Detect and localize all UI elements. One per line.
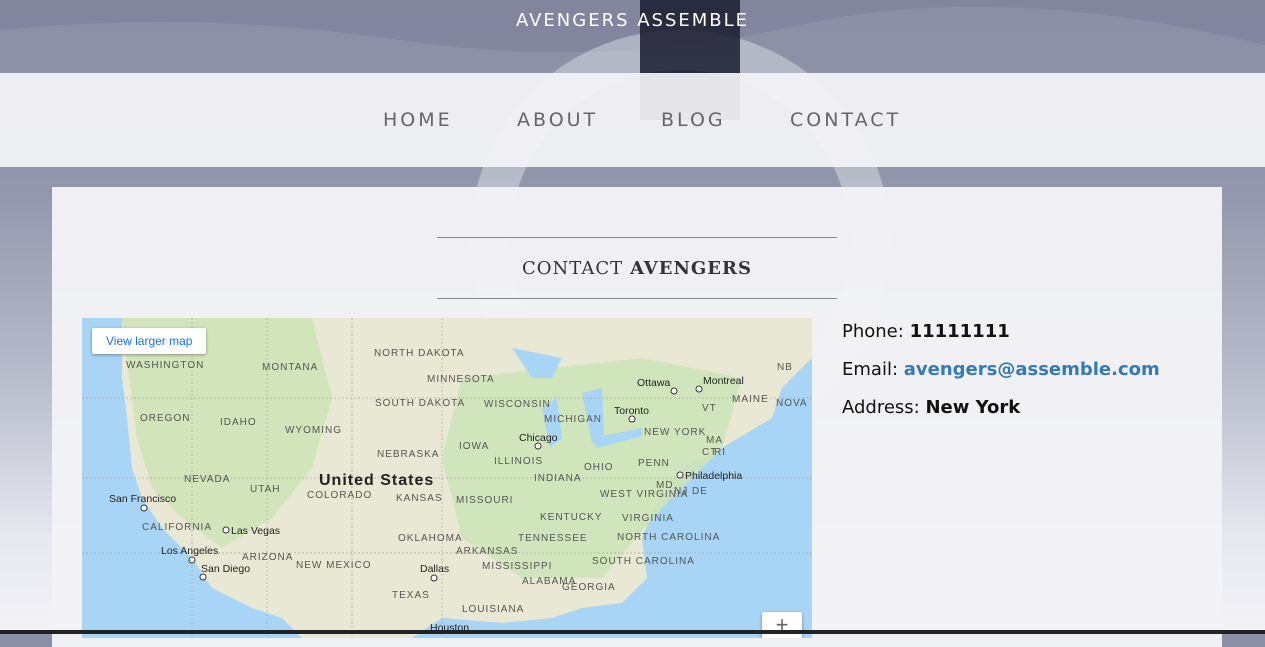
address-row: Address: New York xyxy=(842,396,1160,434)
map-label-minnesota: MINNESOTA xyxy=(427,374,495,385)
map-label-georgia: GEORGIA xyxy=(562,582,616,593)
address-value: New York xyxy=(925,397,1021,418)
map-city-toronto: Toronto xyxy=(614,405,649,417)
map-label-south-carolina: SOUTH CAROLINA xyxy=(592,556,695,567)
map-label-kentucky: KENTUCKY xyxy=(540,512,602,523)
map-label-tennessee: TENNESSEE xyxy=(518,533,588,544)
map-label-de: DE xyxy=(692,486,708,497)
map-label-nova: NOVA xyxy=(776,398,808,409)
map-label-nevada: NEVADA xyxy=(184,474,230,485)
map-label-iowa: IOWA xyxy=(459,441,489,452)
map-label-north-dakota: NORTH DAKOTA xyxy=(374,348,465,359)
nav-home[interactable]: HOME xyxy=(383,109,453,131)
site-title: AVENGERS ASSEMBLE xyxy=(515,10,750,31)
map-label-vt: VT xyxy=(702,403,717,414)
phone-value: 11111111 xyxy=(909,321,1010,342)
map-city-san-diego: San Diego xyxy=(201,563,250,575)
map-label-new-mexico: NEW MEXICO xyxy=(296,560,372,571)
email-row: Email: avengers@assemble.com xyxy=(842,358,1160,396)
map-label-nj: NJ xyxy=(674,486,688,497)
contact-panel: CONTACT AVENGERS WASHINGTON MONTANA NORT… xyxy=(52,187,1222,647)
map-canvas[interactable]: WASHINGTON MONTANA NORTH DAKOTA MINNESOT… xyxy=(82,318,812,638)
phone-label: Phone: xyxy=(842,321,904,342)
map-zoom-in-button[interactable]: + xyxy=(762,612,802,638)
map-city-philadelphia: Philadelphia xyxy=(685,470,742,482)
map-label-maine: MAINE xyxy=(732,394,769,405)
map-label-michigan: MICHIGAN xyxy=(544,414,602,425)
contact-info: Phone: 11111111 Email: avengers@assemble… xyxy=(842,320,1160,434)
map-label-nebraska: NEBRASKA xyxy=(377,449,439,460)
map-label-ohio: OHIO xyxy=(584,462,614,473)
main-navbar: HOME ABOUT BLOG CONTACT xyxy=(0,73,1265,167)
embedded-map[interactable]: WASHINGTON MONTANA NORTH DAKOTA MINNESOT… xyxy=(82,318,812,638)
map-city-montreal: Montreal xyxy=(703,375,744,387)
map-label-utah: UTAH xyxy=(250,484,280,495)
contact-heading: CONTACT AVENGERS xyxy=(437,237,837,299)
view-larger-map-link[interactable]: View larger map xyxy=(92,328,207,354)
map-label-california: CALIFORNIA xyxy=(142,522,212,533)
map-label-oklahoma: OKLAHOMA xyxy=(398,533,463,544)
map-label-south-dakota: SOUTH DAKOTA xyxy=(375,398,465,409)
map-label-penn: PENN xyxy=(638,458,670,469)
address-label: Address: xyxy=(842,397,920,418)
bottom-edge-bar xyxy=(0,630,1265,634)
map-label-ma: MA xyxy=(706,435,723,446)
map-label-texas: TEXAS xyxy=(392,590,430,601)
map-city-ottawa: Ottawa xyxy=(637,377,670,389)
map-label-arizona: ARIZONA xyxy=(242,552,293,563)
map-label-arkansas: ARKANSAS xyxy=(456,546,518,557)
nav-about[interactable]: ABOUT xyxy=(517,109,598,131)
map-label-wyoming: WYOMING xyxy=(285,425,342,436)
map-label-montana: MONTANA xyxy=(262,362,318,373)
map-label-missouri: MISSOURI xyxy=(456,495,513,506)
map-label-louisiana: LOUISIANA xyxy=(462,604,524,615)
map-label-mississippi: MISSISSIPPI xyxy=(482,561,552,572)
map-label-north-carolina: NORTH CAROLINA xyxy=(617,532,720,543)
map-label-idaho: IDAHO xyxy=(220,417,257,428)
contact-heading-light: CONTACT xyxy=(522,257,624,279)
map-label-indiana: INDIANA xyxy=(534,473,582,484)
map-city-las-vegas: Las Vegas xyxy=(231,525,280,537)
map-label-nb: NB xyxy=(777,362,793,373)
phone-row: Phone: 11111111 xyxy=(842,320,1160,358)
map-label-ri: RI xyxy=(714,447,726,458)
map-label-virginia: VIRGINIA xyxy=(622,513,674,524)
map-city-chicago: Chicago xyxy=(519,432,558,444)
email-link[interactable]: avengers@assemble.com xyxy=(904,359,1160,380)
map-city-san-francisco: San Francisco xyxy=(109,493,176,505)
map-city-dallas: Dallas xyxy=(420,563,449,575)
map-label-oregon: OREGON xyxy=(140,413,190,424)
email-label: Email: xyxy=(842,359,899,380)
map-label-colorado: COLORADO xyxy=(307,490,372,501)
map-label-country: United States xyxy=(319,472,434,489)
map-label-md: MD xyxy=(656,480,674,491)
map-label-washington: WASHINGTON xyxy=(126,360,204,371)
map-label-illinois: ILLINOIS xyxy=(494,456,543,467)
map-label-kansas: KANSAS xyxy=(396,493,443,504)
map-label-new-york: NEW YORK xyxy=(644,427,706,438)
nav-blog[interactable]: BLOG xyxy=(661,109,726,131)
map-city-los-angeles: Los Angeles xyxy=(161,545,218,557)
nav-contact[interactable]: CONTACT xyxy=(790,109,901,131)
contact-heading-strong: AVENGERS xyxy=(630,257,752,279)
map-label-wisconsin: WISCONSIN xyxy=(484,399,551,410)
